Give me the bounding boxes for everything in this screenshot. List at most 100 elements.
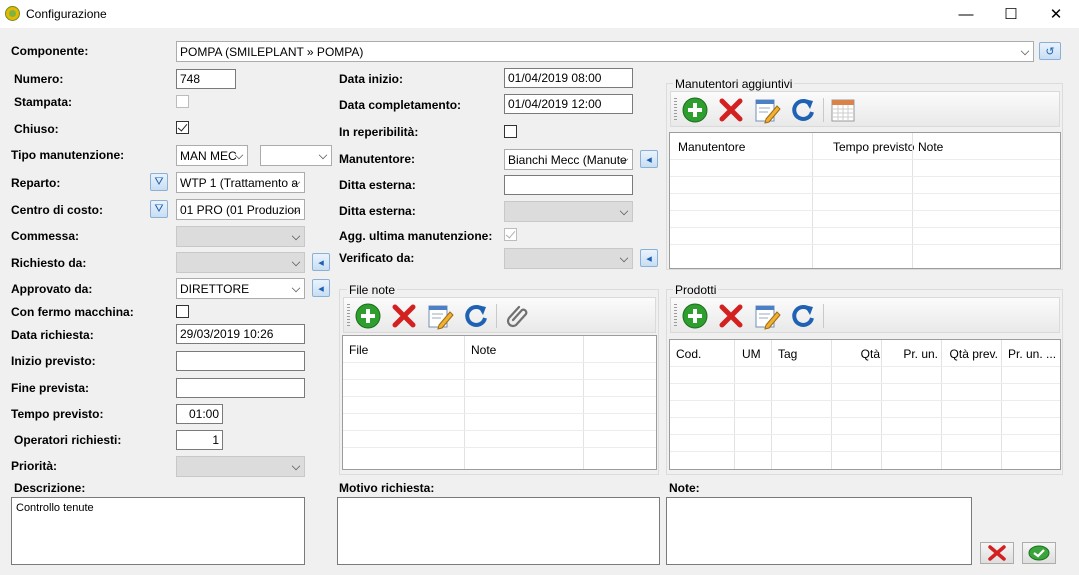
manutentori-delete-button[interactable] xyxy=(717,96,745,124)
numero-label: Numero: xyxy=(14,72,64,86)
manutentore-back-button[interactable]: ◂ xyxy=(640,150,658,168)
prodotti-grid[interactable]: Cod. UM Tag Qtà Pr. un. Qtà prev. Pr. un… xyxy=(669,339,1061,470)
data-inizio-input[interactable]: 01/04/2019 08:00 xyxy=(504,68,633,88)
commessa-combo[interactable] xyxy=(176,226,305,247)
note-textarea[interactable] xyxy=(666,497,972,565)
reparto-value: WTP 1 (Trattamento a xyxy=(180,176,299,190)
manutentore-col-header[interactable]: Manutentore xyxy=(672,133,745,159)
manutentori-refresh-button[interactable] xyxy=(789,96,817,124)
qta-prevista-col-header[interactable]: Qtà prev. xyxy=(946,340,998,366)
componente-nav-button[interactable]: ↺ xyxy=(1039,42,1061,60)
file-note-toolbar xyxy=(343,297,656,333)
descrizione-label: Descrizione: xyxy=(14,481,86,495)
in-reperibilita-checkbox[interactable] xyxy=(504,125,517,138)
con-fermo-macchina-label: Con fermo macchina: xyxy=(11,305,134,319)
verificato-da-combo[interactable] xyxy=(504,248,633,269)
um-col-header[interactable]: UM xyxy=(736,340,761,366)
manutentori-grid[interactable]: Manutentore Tempo previsto Note xyxy=(669,132,1061,269)
agg-ultima-checkbox[interactable] xyxy=(504,228,517,241)
centro-di-costo-combo[interactable]: 01 PRO (01 Produzion xyxy=(176,199,305,220)
numero-input[interactable]: 748 xyxy=(176,69,236,89)
file-note-grid[interactable]: File Note xyxy=(342,335,657,470)
approvato-da-back-button[interactable]: ◂ xyxy=(312,279,330,297)
grid-row-line xyxy=(670,159,1060,160)
ditta-esterna-input[interactable] xyxy=(504,175,633,195)
grid-row-line xyxy=(670,210,1060,211)
motivo-richiesta-textarea[interactable] xyxy=(337,497,660,565)
grid-row-line xyxy=(670,400,1060,401)
reparto-filter-button[interactable]: ⛛ xyxy=(150,173,168,191)
tag-col-header[interactable]: Tag xyxy=(772,340,797,366)
prodotti-edit-button[interactable] xyxy=(753,302,781,330)
tipo-manutenzione-combo[interactable]: MAN MEC xyxy=(176,145,248,166)
maximize-button[interactable]: ☐ xyxy=(988,0,1034,28)
filter-icon: ⛛ xyxy=(154,175,164,188)
approvato-da-value: DIRETTORE xyxy=(180,282,250,296)
manutentore-combo[interactable]: Bianchi Mecc (Manute xyxy=(504,149,633,170)
refresh-icon: ↺ xyxy=(1045,45,1055,58)
prezzo-unitario-col-header[interactable]: Pr. un. xyxy=(892,340,938,366)
refresh-icon xyxy=(792,304,814,327)
manutentori-edit-button[interactable] xyxy=(753,96,781,124)
verificato-da-back-button[interactable]: ◂ xyxy=(640,249,658,267)
inizio-previsto-input[interactable] xyxy=(176,351,305,371)
agg-ultima-label: Agg. ultima manutenzione: xyxy=(339,229,493,243)
richiesto-da-back-button[interactable]: ◂ xyxy=(312,253,330,271)
stampata-label: Stampata: xyxy=(14,95,73,109)
grid-row-line xyxy=(343,396,656,397)
operatori-richiesti-input[interactable]: 1 xyxy=(176,430,223,450)
prodotti-delete-button[interactable] xyxy=(717,302,745,330)
tempo-previsto-col-header[interactable]: Tempo previsto xyxy=(827,133,914,159)
toolbar-separator xyxy=(496,304,497,328)
con-fermo-macchina-checkbox[interactable] xyxy=(176,305,189,318)
priorita-combo[interactable] xyxy=(176,456,305,477)
manutentore-value: Bianchi Mecc (Manute xyxy=(508,153,627,167)
cancel-button[interactable] xyxy=(980,542,1014,564)
richiesto-da-combo[interactable] xyxy=(176,252,305,273)
tipo-manutenzione-value: MAN MEC xyxy=(180,149,237,163)
ditta-esterna-combo[interactable] xyxy=(504,201,633,222)
qta-col-header[interactable]: Qtà xyxy=(854,340,880,366)
manutentori-add-button[interactable] xyxy=(681,96,709,124)
note-col-header[interactable]: Note xyxy=(465,336,496,362)
manutentori-calendar-button[interactable] xyxy=(829,96,857,124)
ditta-esterna-text-label: Ditta esterna: xyxy=(339,178,416,192)
note-col-header[interactable]: Note xyxy=(912,133,943,159)
file-note-add-button[interactable] xyxy=(354,302,382,330)
fine-prevista-input[interactable] xyxy=(176,378,305,398)
descrizione-textarea[interactable]: Controllo tenute xyxy=(11,497,305,565)
reparto-combo[interactable]: WTP 1 (Trattamento a xyxy=(176,172,305,193)
chevron-down-icon xyxy=(619,253,629,263)
tempo-previsto-input[interactable]: 01:00 xyxy=(176,404,223,424)
approvato-da-combo[interactable]: DIRETTORE xyxy=(176,278,305,299)
file-note-refresh-button[interactable] xyxy=(462,302,490,330)
extra-col-header[interactable] xyxy=(584,336,590,362)
componente-combo[interactable]: POMPA (SMILEPLANT » POMPA) xyxy=(176,41,1034,62)
file-col-header[interactable]: File xyxy=(343,336,368,362)
confirm-button[interactable] xyxy=(1022,542,1056,564)
approvato-da-label: Approvato da: xyxy=(11,282,93,296)
tipo-manutenzione-secondary-combo[interactable] xyxy=(260,145,332,166)
prodotti-refresh-button[interactable] xyxy=(789,302,817,330)
in-reperibilita-label: In reperibilità: xyxy=(339,125,419,139)
cod-col-header[interactable]: Cod. xyxy=(670,340,701,366)
componente-value: POMPA (SMILEPLANT » POMPA) xyxy=(180,45,364,59)
stampata-checkbox[interactable] xyxy=(176,95,189,108)
minimize-button[interactable]: — xyxy=(943,0,989,28)
file-note-attach-button[interactable] xyxy=(504,302,532,330)
file-note-delete-button[interactable] xyxy=(390,302,418,330)
prodotti-add-button[interactable] xyxy=(681,302,709,330)
prezzo-unitario-prev-col-header[interactable]: Pr. un. ... xyxy=(1002,340,1056,366)
file-note-edit-button[interactable] xyxy=(426,302,454,330)
data-richiesta-input[interactable]: 29/03/2019 10:26 xyxy=(176,324,305,344)
grid-row-line xyxy=(670,176,1060,177)
data-completamento-input[interactable]: 01/04/2019 12:00 xyxy=(504,94,633,114)
grid-col-divider xyxy=(583,336,584,469)
prodotti-toolbar xyxy=(670,297,1060,333)
filter-icon: ⛛ xyxy=(154,202,164,215)
chiuso-checkbox[interactable] xyxy=(176,121,189,134)
chevron-down-icon xyxy=(1020,46,1030,56)
grid-row-line xyxy=(670,451,1060,452)
close-button[interactable]: ✕ xyxy=(1033,0,1079,28)
centro-di-costo-filter-button[interactable]: ⛛ xyxy=(150,200,168,218)
